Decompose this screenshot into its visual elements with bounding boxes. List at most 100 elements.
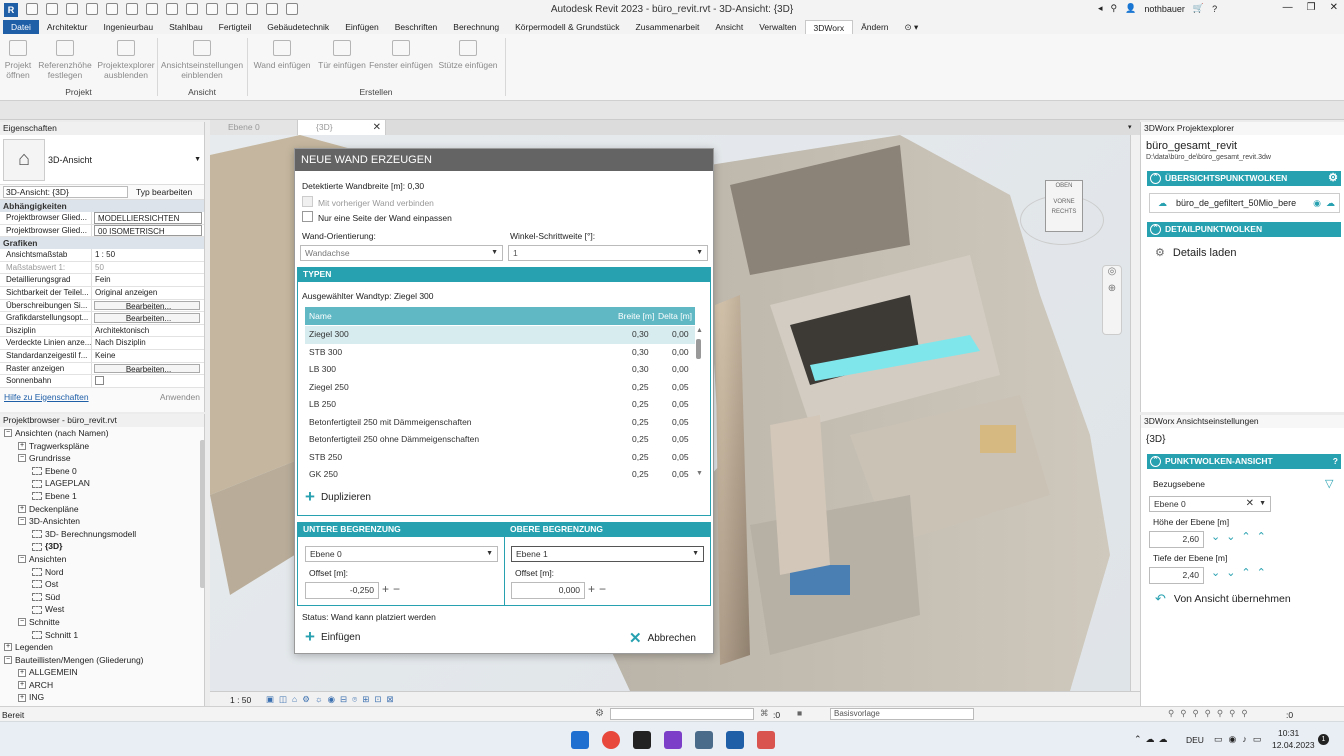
property-row[interactable]: Detaillierungsgrad Fein [0, 274, 204, 287]
collapse-icon[interactable]: − [18, 555, 26, 564]
wall-type-row[interactable]: STB 300 0,30 0,00 [305, 344, 695, 362]
column-name[interactable]: Name [309, 307, 332, 325]
reference-height-button[interactable]: Referenzhöhe festlegen [36, 40, 94, 80]
property-row[interactable]: Sonnenbahn [0, 375, 204, 388]
notification-badge[interactable]: 1 [1318, 734, 1329, 745]
windows-start-icon[interactable] [571, 731, 589, 749]
orientation-select[interactable]: Wandachse ▼ [300, 245, 503, 261]
tree-node[interactable]: {3D} [0, 540, 204, 553]
zoom-icon[interactable]: ⊕ [1103, 283, 1121, 294]
expand-icon[interactable]: + [18, 693, 26, 702]
tree-node[interactable]: + Tragwerkspläne [0, 440, 204, 453]
tree-node[interactable]: − Ansichten [0, 553, 204, 566]
edit-type-button[interactable]: Typ bearbeiten [136, 187, 192, 197]
system-tray-icons[interactable]: ▭◉♪▭ [1214, 734, 1267, 745]
connect-checkbox[interactable] [302, 196, 313, 207]
upper-offset-input[interactable]: 0,000 [511, 582, 585, 599]
tab-menu-icon[interactable]: ⊙ ▾ [897, 20, 927, 34]
tab-ändern[interactable]: Ändern [853, 20, 896, 34]
property-row[interactable]: Maßstabswert 1: 50 [0, 261, 204, 275]
show-view-settings-button[interactable]: Ansichtseinstellungen einblenden [160, 40, 244, 80]
detail-clouds-header[interactable]: ⌃ DETAILPUNKTWOLKEN [1147, 222, 1341, 237]
insert-button[interactable]: + Einfügen [305, 627, 360, 647]
project-open-button[interactable]: Projekt öffnen [2, 40, 34, 80]
lower-offset-input[interactable]: -0,250 [305, 582, 379, 599]
wall-type-row[interactable]: LB 250 0,25 0,05 [305, 396, 695, 414]
tab-stahlbau[interactable]: Stahlbau [161, 20, 211, 34]
workset-icon[interactable]: ⚙ [595, 708, 604, 719]
tree-node[interactable]: + Deckenpläne [0, 503, 204, 516]
property-row[interactable]: Disziplin Architektonisch [0, 324, 204, 338]
terminal-icon[interactable] [633, 731, 651, 749]
help-icon[interactable]: ? [1212, 4, 1217, 14]
tab-zusammenarbeit[interactable]: Zusammenarbeit [628, 20, 708, 34]
restore-button[interactable]: ❐ [1307, 2, 1316, 13]
upper-offset-stepper[interactable]: +− [588, 582, 610, 596]
tree-node[interactable]: Ost [0, 578, 204, 591]
tab-ebene-0[interactable]: Ebene 0 [210, 120, 298, 135]
angle-select[interactable]: 1 ▼ [508, 245, 708, 261]
expand-icon[interactable]: + [4, 643, 12, 652]
cart-icon[interactable]: 🛒 [1193, 3, 1204, 14]
property-value[interactable]: 50 [92, 262, 204, 274]
tab-berechnung[interactable]: Berechnung [445, 20, 507, 34]
tab-verwalten[interactable]: Verwalten [751, 20, 804, 34]
wall-type-row[interactable]: Betonfertigteil 250 ohne Dämmeigenschaft… [305, 431, 695, 449]
column-width[interactable]: Breite [m] [618, 307, 654, 325]
steering-wheel-icon[interactable]: ◎ [1103, 266, 1121, 277]
ref-level-select[interactable]: Ebene 0 ✕ ▼ [1149, 496, 1271, 512]
3dworx-taskbar-icon[interactable] [757, 731, 775, 749]
cancel-button[interactable]: ✕ Abbrechen [629, 629, 696, 647]
tree-node[interactable]: + ALLGEMEIN [0, 666, 204, 679]
wall-type-row[interactable]: Betonfertigteil 250 mit Dämmeigenschafte… [305, 414, 695, 432]
tree-node[interactable]: − Bauteillisten/Mengen (Gliederung) [0, 654, 204, 667]
grid-scrollbar[interactable] [696, 339, 701, 359]
collapse-icon[interactable]: − [18, 454, 26, 463]
depth-input[interactable]: 2,40 [1149, 567, 1204, 584]
property-row[interactable]: Verdeckte Linien anze... Nach Disziplin [0, 337, 204, 350]
close-icon[interactable]: ✕ [373, 120, 381, 135]
property-row[interactable]: Ansichtsmaßstab 1 : 50 [0, 249, 204, 262]
cloud-item[interactable]: ☁ büro_de_gefiltert_50Mio_bere ◉ ☁ [1149, 193, 1340, 213]
clock-date[interactable]: 12.04.2023 [1272, 740, 1315, 750]
tab-einfügen[interactable]: Einfügen [337, 20, 387, 34]
gear-icon[interactable]: ⚙ [1328, 171, 1338, 186]
load-details-button[interactable]: ⚙ Details laden [1155, 246, 1236, 260]
wall-type-row[interactable]: Ziegel 250 0,25 0,05 [305, 379, 695, 397]
tree-node[interactable]: Nord [0, 566, 204, 579]
tree-node[interactable]: − Schnitte [0, 616, 204, 629]
property-row[interactable]: Projektbrowser Glied... 00 ISOMETRISCH [0, 224, 204, 238]
property-value[interactable]: Architektonisch [92, 325, 204, 337]
property-value[interactable]: Keine [92, 350, 204, 362]
visual-studio-icon[interactable] [664, 731, 682, 749]
lower-offset-stepper[interactable]: +− [382, 582, 404, 596]
property-value[interactable] [92, 375, 204, 387]
tree-node[interactable]: Süd [0, 591, 204, 604]
property-row[interactable]: Projektbrowser Glied... MODELLIERSICHTEN [0, 212, 204, 225]
scroll-up-icon[interactable]: ▲ [696, 327, 703, 334]
tree-node[interactable]: − Grundrisse [0, 452, 204, 465]
tree-node[interactable]: + Legenden [0, 641, 204, 654]
property-row[interactable]: Standardanzeigestil f... Keine [0, 349, 204, 363]
upper-level-select[interactable]: Ebene 1 ▼ [511, 546, 704, 562]
wall-type-row[interactable]: Ziegel 300 0,30 0,00 [305, 326, 695, 344]
wall-type-row[interactable]: STB 250 0,25 0,05 [305, 449, 695, 467]
tab-ingenieurbau[interactable]: Ingenieurbau [95, 20, 161, 34]
property-value[interactable]: MODELLIERSICHTEN [94, 212, 202, 224]
tab-ansicht[interactable]: Ansicht [707, 20, 751, 34]
apply-button[interactable]: Anwenden [160, 392, 200, 402]
pointcloud-view-header[interactable]: ⌃ PUNKTWOLKEN-ANSICHT? [1147, 454, 1341, 469]
property-row[interactable]: Grafikdarstellungsopt... Bearbeiten... [0, 312, 204, 325]
duplicate-button[interactable]: + Duplizieren [305, 487, 371, 507]
tab-fertigteil[interactable]: Fertigteil [211, 20, 260, 34]
edit-button[interactable]: Bearbeiten... [94, 300, 200, 311]
wall-type-row[interactable]: LB 300 0,30 0,00 [305, 361, 695, 379]
viewport-scrollbar[interactable] [1130, 135, 1140, 691]
editing-requests-icon[interactable]: ⌘ [760, 708, 769, 719]
chrome-icon[interactable] [602, 731, 620, 749]
insert-door-button[interactable]: Tür einfügen [316, 40, 368, 70]
instance-selector[interactable]: 3D-Ansicht: {3D} [3, 186, 128, 198]
app-icon[interactable] [695, 731, 713, 749]
tab-3dworx[interactable]: 3DWorx [804, 20, 854, 34]
height-input[interactable]: 2,60 [1149, 531, 1204, 548]
